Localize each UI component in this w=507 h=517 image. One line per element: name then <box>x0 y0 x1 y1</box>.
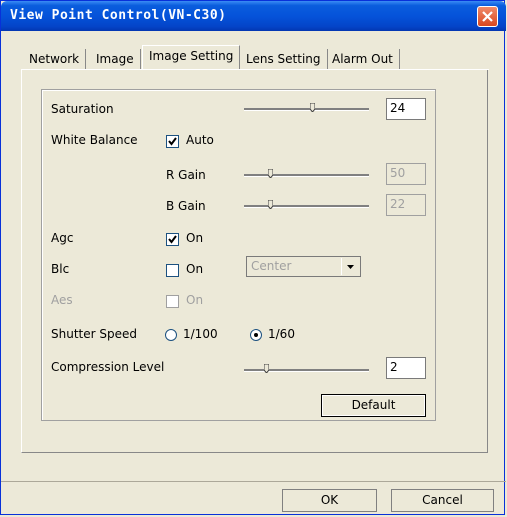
shutter-speed-label: Shutter Speed <box>51 327 137 341</box>
footer-divider <box>1 481 506 482</box>
b-gain-label: B Gain <box>166 199 206 213</box>
tab-alarm-out[interactable]: Alarm Out <box>326 49 400 69</box>
b-gain-input: 22 <box>386 194 426 216</box>
default-button[interactable]: Default <box>321 394 426 417</box>
agc-on-label: On <box>186 231 204 245</box>
compression-level-label: Compression Level <box>51 360 165 374</box>
shutter-1-100-radio[interactable] <box>165 329 177 341</box>
white-balance-label: White Balance <box>51 133 138 147</box>
checkmark-icon <box>168 137 177 146</box>
saturation-slider-thumb[interactable] <box>310 103 315 112</box>
compression-slider-thumb[interactable] <box>264 364 269 373</box>
saturation-label: Saturation <box>51 102 114 116</box>
blc-mode-value: Center <box>251 259 292 273</box>
aes-label: Aes <box>51 293 73 307</box>
window-title: View Point Control(VN-C30) <box>10 8 227 23</box>
agc-label: Agc <box>51 231 74 245</box>
aes-on-label: On <box>186 293 204 307</box>
r-gain-input: 50 <box>386 163 426 185</box>
saturation-slider[interactable] <box>244 103 369 112</box>
blc-label: Blc <box>51 262 70 276</box>
aes-on-checkbox <box>166 295 179 308</box>
cancel-button[interactable]: Cancel <box>391 489 494 512</box>
white-balance-auto-checkbox[interactable] <box>166 135 179 148</box>
dropdown-arrow-icon[interactable] <box>341 258 359 275</box>
dialog-window: View Point Control(VN-C30) Network Image… <box>0 0 506 515</box>
shutter-1-60-radio[interactable] <box>250 329 262 341</box>
tab-network[interactable]: Network <box>23 49 87 69</box>
blc-on-label: On <box>186 262 204 276</box>
shutter-1-100-label: 1/100 <box>183 327 218 341</box>
checkmark-icon <box>168 235 177 244</box>
agc-on-checkbox[interactable] <box>166 233 179 246</box>
close-icon <box>482 11 493 22</box>
title-bar[interactable]: View Point Control(VN-C30) <box>1 1 506 31</box>
blc-on-checkbox[interactable] <box>166 264 179 277</box>
r-gain-slider[interactable] <box>244 169 369 178</box>
tab-image-setting[interactable]: Image Setting <box>142 45 241 70</box>
compression-level-slider[interactable] <box>244 364 369 373</box>
white-balance-auto-label: Auto <box>186 133 214 147</box>
r-gain-slider-thumb[interactable] <box>268 169 273 178</box>
compression-level-input[interactable]: 2 <box>386 357 426 379</box>
saturation-input[interactable]: 24 <box>386 98 426 120</box>
blc-mode-select[interactable]: Center <box>246 256 361 277</box>
ok-button[interactable]: OK <box>282 489 377 512</box>
r-gain-label: R Gain <box>166 168 206 182</box>
b-gain-slider-thumb[interactable] <box>268 200 273 209</box>
tab-lens-setting[interactable]: Lens Setting <box>240 49 328 69</box>
shutter-1-60-label: 1/60 <box>268 327 295 341</box>
close-button[interactable] <box>477 6 498 27</box>
tab-image[interactable]: Image <box>90 49 141 69</box>
b-gain-slider[interactable] <box>244 200 369 209</box>
